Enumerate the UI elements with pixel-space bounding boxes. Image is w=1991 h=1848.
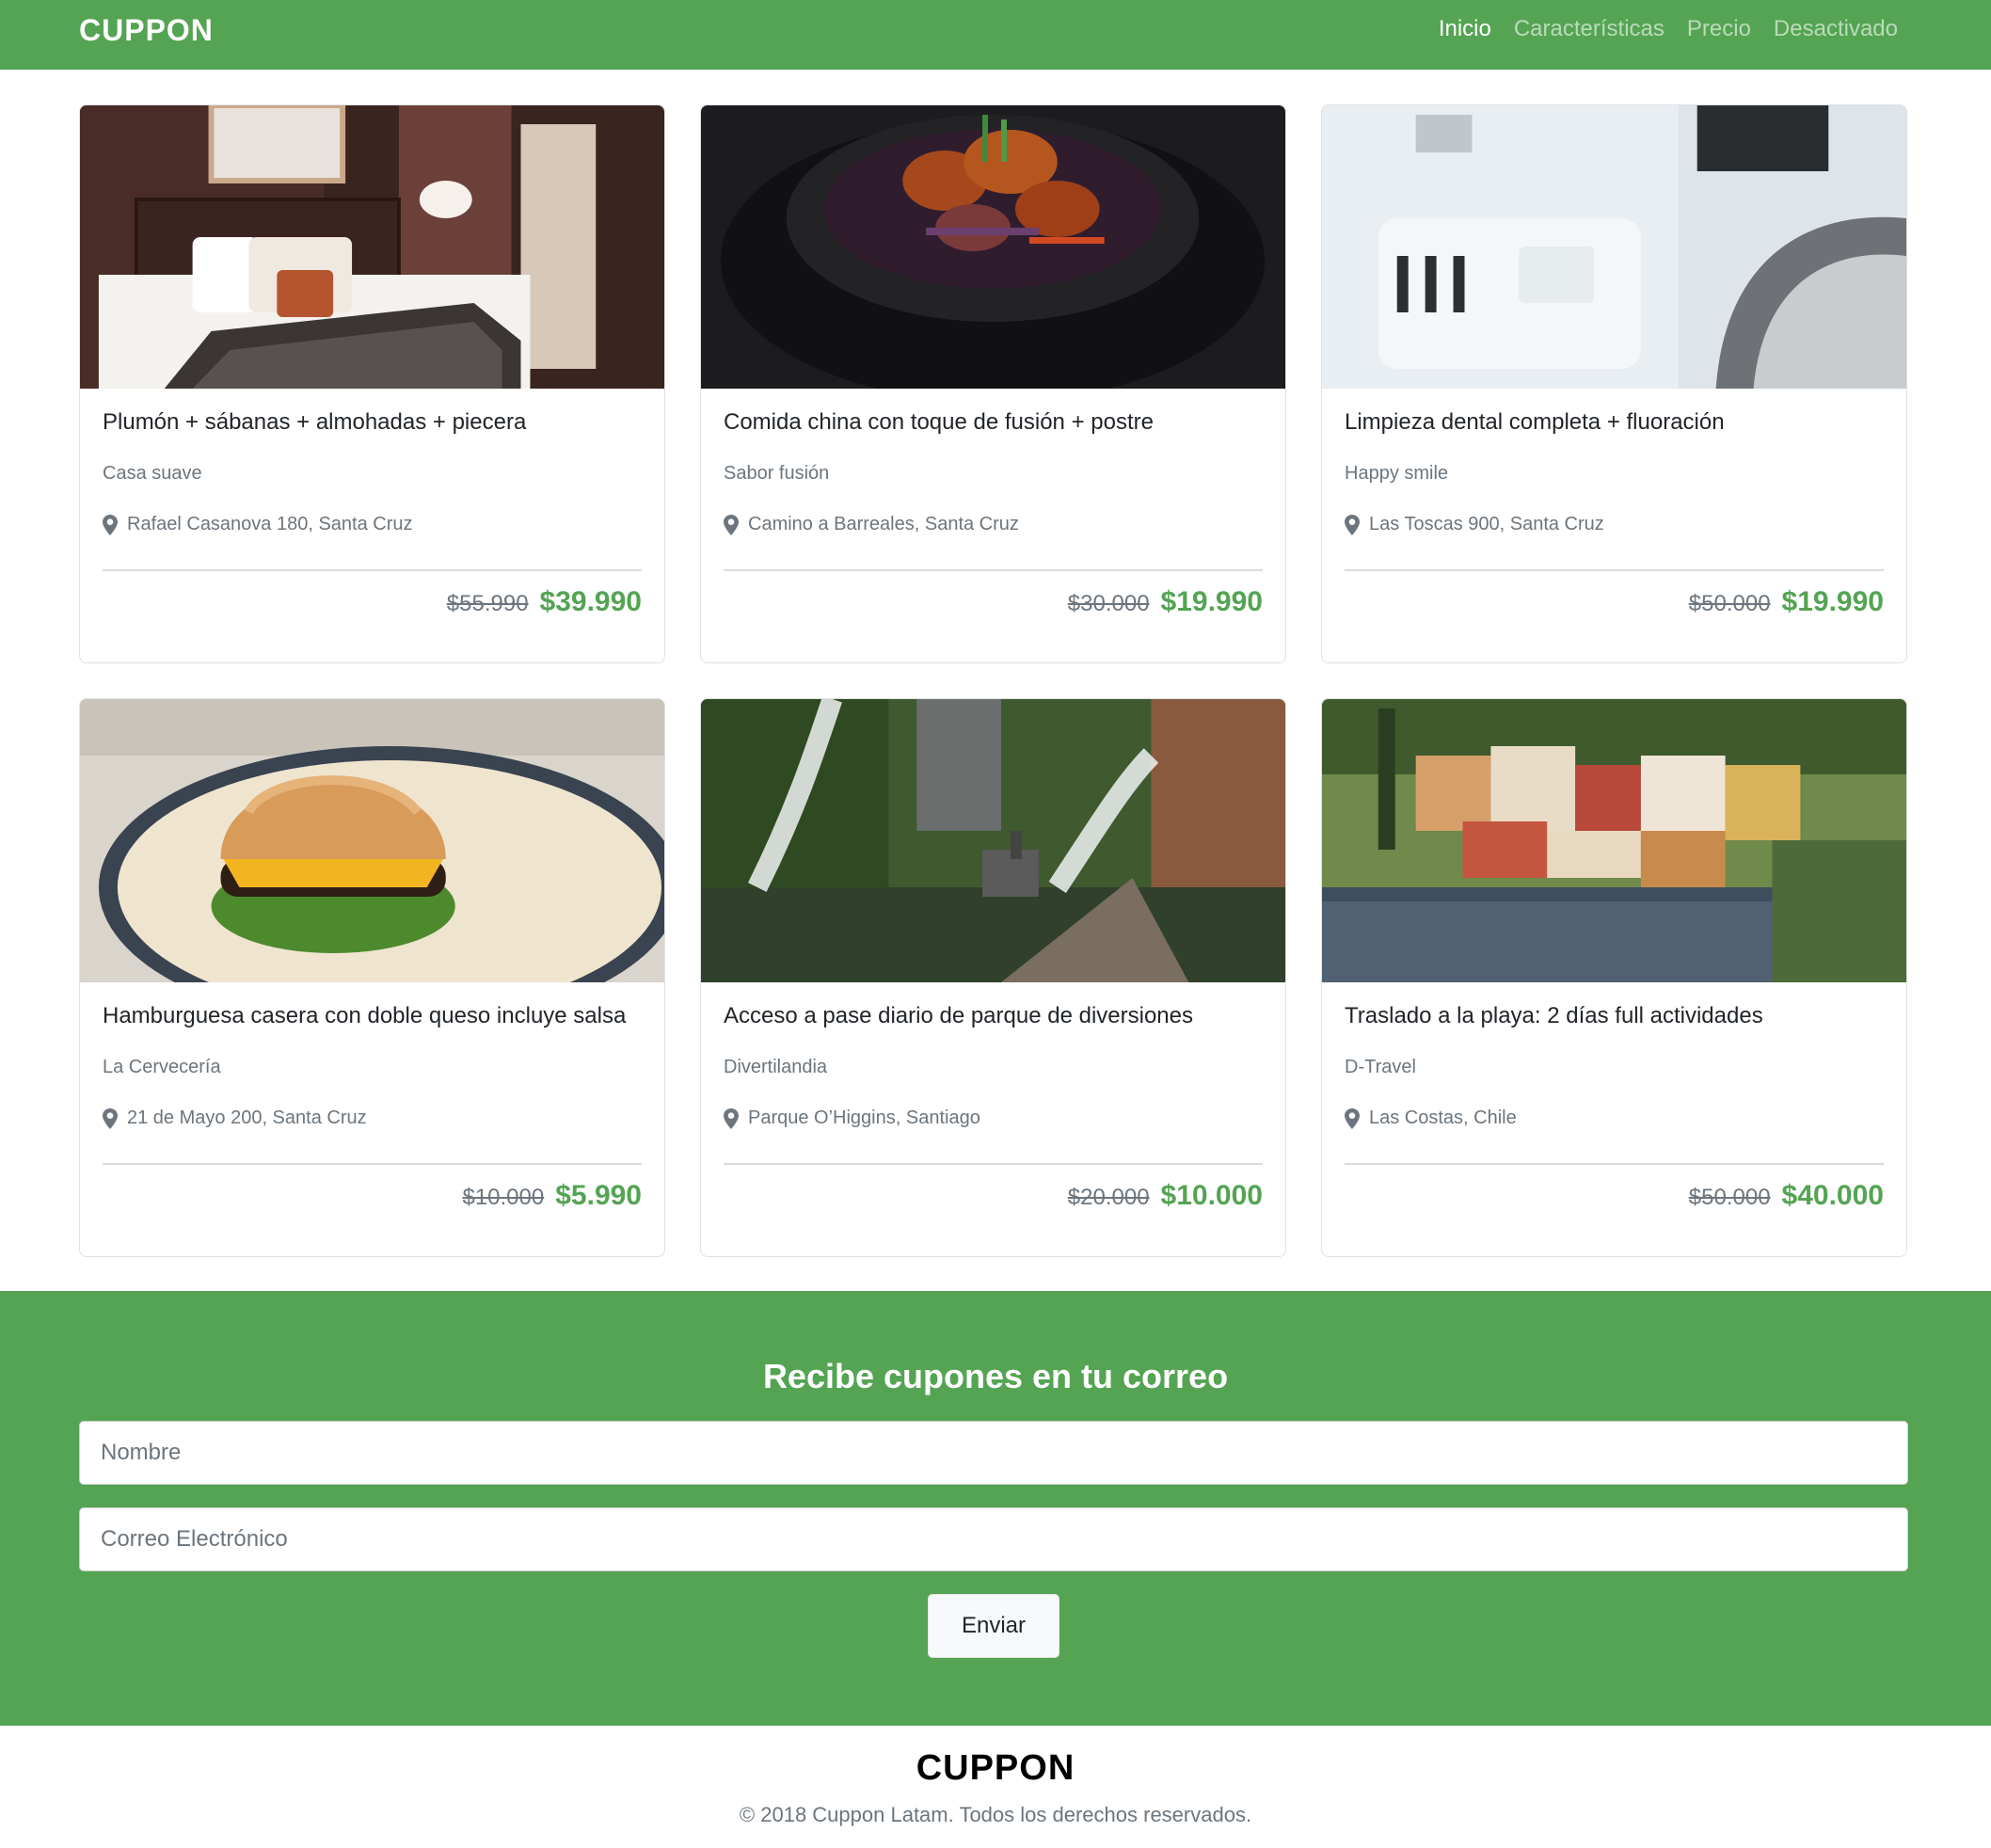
card-body: Hamburguesa casera con doble queso inclu…	[80, 982, 664, 1256]
map-pin-icon	[103, 514, 118, 535]
discount-price: $19.990	[1781, 586, 1884, 617]
card-title[interactable]: Traslado a la playa: 2 días full activid…	[1345, 1003, 1763, 1029]
discount-price: $19.990	[1160, 586, 1263, 617]
burger-photo	[80, 699, 664, 982]
discount-price: $40.000	[1781, 1180, 1884, 1211]
card-body: Plumón + sábanas + almohadas + piecera C…	[80, 389, 664, 662]
card-body: Comida china con toque de fusión + postr…	[701, 389, 1285, 662]
name-input[interactable]	[79, 1421, 1908, 1485]
discount-price: $5.990	[555, 1180, 642, 1211]
coastal-village-photo	[1322, 699, 1906, 982]
discount-price: $10.000	[1160, 1180, 1263, 1211]
map-pin-icon	[103, 1107, 118, 1129]
newsletter-title: Recibe cupones en tu correo	[762, 1357, 1229, 1395]
card-location: Rafael Casanova 180, Santa Cruz	[103, 514, 413, 535]
nav-item-inicio[interactable]: Inicio	[1439, 16, 1491, 42]
divider	[724, 1163, 1263, 1165]
card-location: Parque O’Higgins, Santiago	[724, 1107, 980, 1129]
card-location-text: 21 de Mayo 200, Santa Cruz	[127, 1107, 367, 1128]
old-price: $10.000	[462, 1185, 545, 1210]
card-location: Camino a Barreales, Santa Cruz	[724, 514, 1019, 535]
card-title[interactable]: Acceso a pase diario de parque de divers…	[724, 1003, 1193, 1029]
card-prices: $50.000 $19.990	[1689, 586, 1884, 618]
divider	[724, 569, 1263, 571]
card-body: Acceso a pase diario de parque de divers…	[701, 982, 1285, 1256]
card-location-text: Las Toscas 900, Santa Cruz	[1369, 514, 1604, 534]
coupon-card[interactable]: Comida china con toque de fusión + postr…	[700, 104, 1286, 663]
card-prices: $50.000 $40.000	[1689, 1180, 1884, 1212]
card-location: 21 de Mayo 200, Santa Cruz	[103, 1107, 367, 1129]
card-vendor: Divertilandia	[724, 1057, 828, 1077]
card-location-text: Las Costas, Chile	[1369, 1107, 1517, 1128]
dental-chair-photo	[1322, 105, 1906, 389]
divider	[103, 1163, 642, 1165]
card-title[interactable]: Limpieza dental completa + fluoración	[1345, 409, 1725, 436]
map-pin-icon	[724, 1107, 739, 1129]
card-location-text: Parque O’Higgins, Santiago	[748, 1107, 980, 1128]
map-pin-icon	[1345, 514, 1360, 535]
divider	[1345, 1163, 1884, 1165]
old-price: $55.990	[446, 591, 529, 616]
card-body: Limpieza dental completa + fluoración Ha…	[1322, 389, 1906, 662]
bedroom-photo	[80, 105, 664, 389]
card-prices: $55.990 $39.990	[447, 586, 642, 618]
card-title[interactable]: Hamburguesa casera con doble queso inclu…	[103, 1003, 626, 1029]
brand-logo[interactable]: CUPPON	[79, 13, 214, 48]
map-pin-icon	[724, 514, 739, 535]
nav-item-precio[interactable]: Precio	[1687, 16, 1751, 42]
navbar: CUPPON Inicio Características Precio Des…	[0, 0, 1991, 70]
coupon-card[interactable]: Traslado a la playa: 2 días full activid…	[1321, 698, 1907, 1257]
card-location: Las Toscas 900, Santa Cruz	[1345, 514, 1604, 535]
coupon-card[interactable]: Limpieza dental completa + fluoración Ha…	[1321, 104, 1907, 663]
card-vendor: La Cervecería	[103, 1057, 221, 1077]
email-input[interactable]	[79, 1507, 1908, 1571]
discount-price: $39.990	[539, 586, 642, 617]
nav-item-caracteristicas[interactable]: Características	[1514, 16, 1664, 42]
food-bowl-photo	[701, 105, 1285, 389]
old-price: $50.000	[1688, 1185, 1771, 1210]
old-price: $30.000	[1067, 591, 1150, 616]
coupon-card[interactable]: Plumón + sábanas + almohadas + piecera C…	[79, 104, 665, 663]
footer-brand: CUPPON	[916, 1748, 1075, 1788]
map-pin-icon	[1345, 1107, 1360, 1129]
card-title[interactable]: Comida china con toque de fusión + postr…	[724, 409, 1154, 436]
card-vendor: Casa suave	[103, 463, 202, 484]
card-title[interactable]: Plumón + sábanas + almohadas + piecera	[103, 409, 526, 436]
card-vendor: D-Travel	[1345, 1057, 1416, 1077]
card-body: Traslado a la playa: 2 días full activid…	[1322, 982, 1906, 1256]
coupon-card[interactable]: Hamburguesa casera con doble queso inclu…	[79, 698, 665, 1257]
card-vendor: Happy smile	[1345, 463, 1449, 484]
theme-park-photo	[701, 699, 1285, 982]
card-location-text: Camino a Barreales, Santa Cruz	[748, 514, 1019, 534]
divider	[103, 569, 642, 571]
footer-copyright: © 2018 Cuppon Latam. Todos los derechos …	[739, 1803, 1252, 1826]
coupon-grid: Plumón + sábanas + almohadas + piecera C…	[79, 104, 1907, 1257]
nav-item-desactivado[interactable]: Desactivado	[1774, 16, 1898, 42]
divider	[1345, 569, 1884, 571]
card-prices: $10.000 $5.990	[462, 1180, 642, 1212]
newsletter-section: Recibe cupones en tu correo Enviar	[0, 1291, 1991, 1726]
card-location: Las Costas, Chile	[1345, 1107, 1517, 1129]
card-prices: $20.000 $10.000	[1068, 1180, 1263, 1212]
card-vendor: Sabor fusión	[724, 463, 830, 484]
coupon-card[interactable]: Acceso a pase diario de parque de divers…	[700, 698, 1286, 1257]
submit-button[interactable]: Enviar	[928, 1594, 1059, 1658]
old-price: $50.000	[1688, 591, 1771, 616]
card-location-text: Rafael Casanova 180, Santa Cruz	[127, 514, 413, 534]
nav-links: Inicio Características Precio Desactivad…	[1439, 16, 1898, 42]
card-prices: $30.000 $19.990	[1068, 586, 1263, 618]
old-price: $20.000	[1067, 1185, 1150, 1210]
